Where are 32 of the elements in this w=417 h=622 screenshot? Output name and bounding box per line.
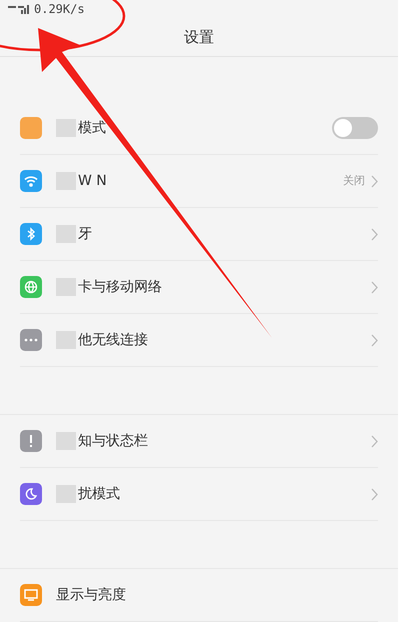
row-label: 他无线连接	[78, 330, 148, 350]
settings-row[interactable]: 知与状态栏	[20, 415, 378, 468]
row-label: 卡与移动网络	[78, 278, 162, 297]
monitor-icon	[20, 584, 42, 606]
chevron-icon	[371, 334, 378, 347]
settings-row[interactable]: 他无线连接	[20, 314, 378, 368]
row-label: W N	[78, 172, 107, 191]
row-label: 扰模式	[78, 484, 120, 504]
row-label: 牙	[78, 224, 92, 244]
page-title: 设置	[184, 26, 214, 48]
toggle-switch[interactable]	[332, 117, 378, 140]
signal-icon	[8, 4, 30, 14]
row-value: 关闭	[343, 172, 365, 189]
exclamation-icon	[20, 430, 42, 452]
row-label: 知与状态栏	[78, 432, 148, 451]
settings-row[interactable]: 卡与移动网络	[20, 261, 378, 314]
network-speed: 0.29K/s	[34, 1, 85, 18]
settings-row[interactable]: 扰模式	[20, 468, 378, 522]
moon-icon	[20, 483, 42, 506]
row-label: 模式	[78, 118, 106, 138]
globe-icon	[20, 276, 42, 298]
chevron-icon	[371, 488, 378, 501]
dots-icon	[20, 329, 42, 352]
chevron-icon	[371, 228, 378, 241]
settings-row[interactable]: 显示与亮度	[20, 569, 378, 622]
app-icon	[20, 117, 42, 140]
chevron-icon	[371, 174, 378, 188]
row-label: 显示与亮度	[56, 586, 126, 605]
chevron-icon	[371, 280, 378, 294]
wifi-icon	[20, 170, 42, 192]
chevron-icon	[371, 434, 378, 448]
bluetooth-icon	[20, 223, 42, 246]
